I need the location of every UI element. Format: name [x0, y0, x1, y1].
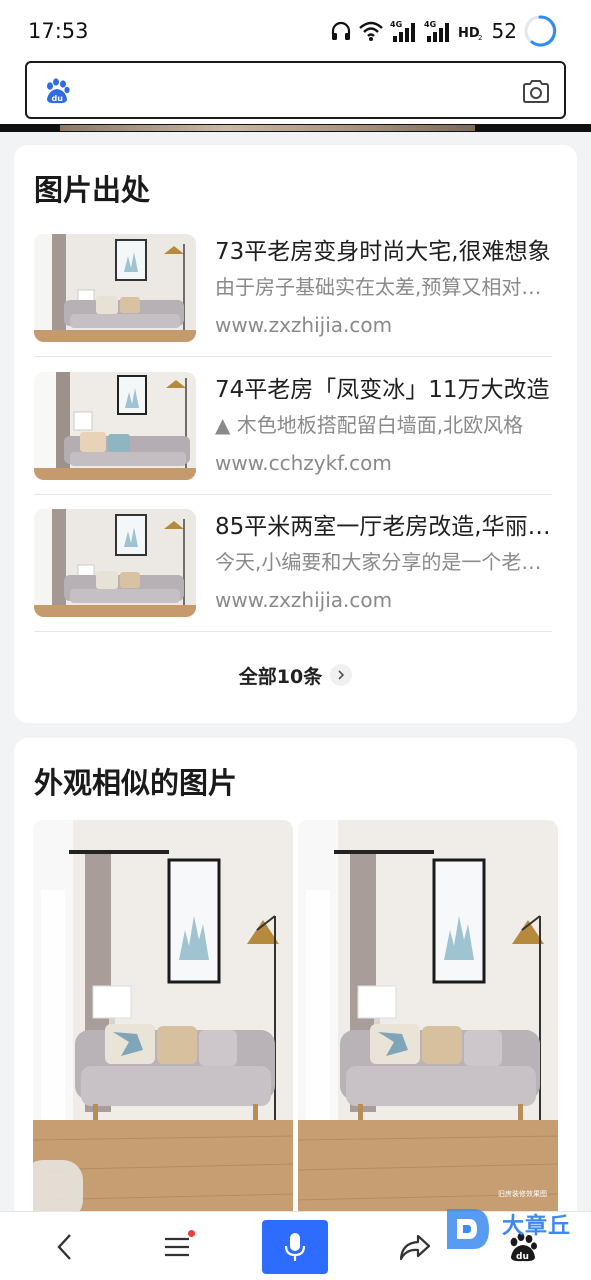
living-room-sofa-photo	[33, 820, 293, 1220]
source-item-url[interactable]: www.zxzhijia.com	[215, 588, 392, 612]
source-thumbnail	[34, 509, 196, 617]
svg-text:du: du	[52, 94, 64, 103]
baidu-paw-logo: du	[47, 78, 70, 104]
watermark-logo	[447, 1209, 489, 1249]
image-watermark: 旧房装修效果图	[498, 1190, 547, 1198]
hd-icon: HD 2	[458, 26, 482, 42]
page-root: 17:53 4G 4G HD 2 52 du 图片出处 73平老房变身时尚大宅,…	[0, 0, 591, 1280]
source-item[interactable]: 74平老房「凤变冰」11万大改造 ▲ 木色地板搭配留白墙面,北欧风格 www.c…	[34, 358, 552, 495]
search-input[interactable]: du	[25, 61, 566, 119]
menu-icon	[165, 1237, 189, 1257]
svg-text:4G: 4G	[424, 20, 436, 29]
status-time: 17:53	[28, 19, 89, 43]
watermark-text: 大章丘	[502, 1214, 572, 1239]
menu-button[interactable]	[157, 1224, 197, 1270]
source-item-title[interactable]: 74平老房「凤变冰」11万大改造	[215, 370, 555, 404]
source-item-desc: 由于房子基础实在太差,预算又相对有限	[215, 275, 555, 299]
source-item-title[interactable]: 73平老房变身时尚大宅,很难想象	[215, 232, 555, 266]
battery-ring-icon	[524, 15, 557, 47]
notification-dot	[188, 1230, 195, 1237]
source-item-desc: ▲ 木色地板搭配留白墙面,北欧风格	[215, 413, 524, 437]
source-card-title: 图片出处	[34, 173, 151, 207]
similar-card-title: 外观相似的图片	[34, 766, 238, 800]
source-thumbnail	[34, 372, 196, 480]
result-photo-edge	[0, 124, 591, 132]
living-room-thumbnail-image	[34, 234, 196, 342]
divider	[34, 356, 552, 357]
living-room-thumbnail-image	[34, 372, 196, 480]
back-icon	[57, 1234, 71, 1260]
source-item-title[interactable]: 85平米两室一厅老房改造,华丽变身	[215, 507, 555, 541]
headphones-icon	[331, 21, 350, 40]
voice-search-button[interactable]	[262, 1220, 328, 1274]
living-room-thumbnail-image	[34, 509, 196, 617]
living-room-sofa-photo	[298, 820, 558, 1220]
result-photo-strip	[60, 125, 475, 131]
similar-image[interactable]	[33, 820, 293, 1220]
battery-level: 52	[491, 19, 517, 43]
search-header: du	[0, 60, 591, 124]
source-item-url[interactable]: www.cchzykf.com	[215, 451, 392, 475]
show-all-button[interactable]: 全部10条	[14, 655, 577, 695]
source-item-desc: 今天,小编要和大家分享的是一个老房改造	[215, 550, 555, 574]
similar-image[interactable]: 旧房装修效果图	[298, 820, 558, 1220]
signal-4g-icon: 4G	[424, 20, 449, 42]
source-card: 图片出处 73平老房变身时尚大宅,很难想象 由于房子基础实在太差,预算又相对有限…	[14, 145, 577, 723]
camera-icon[interactable]	[522, 78, 550, 104]
similar-card: 外观相似的图片 旧房装修效果图	[14, 738, 577, 1280]
back-button[interactable]	[45, 1224, 85, 1270]
show-all-label: 全部10条	[238, 665, 323, 688]
svg-text:4G: 4G	[390, 20, 402, 29]
source-item-url[interactable]: www.zxzhijia.com	[215, 313, 392, 337]
source-item[interactable]: 85平米两室一厅老房改造,华丽变身 今天,小编要和大家分享的是一个老房改造 ww…	[34, 495, 555, 632]
source-item[interactable]: 73平老房变身时尚大宅,很难想象 由于房子基础实在太差,预算又相对有限 www.…	[34, 220, 555, 357]
status-bar: 17:53 4G 4G HD 2 52	[0, 0, 591, 60]
divider	[34, 631, 552, 632]
signal-4g-icon: 4G	[390, 20, 415, 42]
svg-text:HD: HD	[458, 26, 480, 41]
wifi-icon	[358, 21, 383, 41]
source-thumbnail	[34, 234, 196, 342]
share-icon	[399, 1234, 431, 1261]
share-button[interactable]	[393, 1224, 437, 1270]
mic-icon	[284, 1233, 306, 1261]
svg-text:2: 2	[478, 34, 482, 42]
status-icons: 4G 4G HD 2 52	[330, 14, 557, 48]
chevron-right-icon	[330, 664, 353, 686]
svg-text:du: du	[516, 1252, 529, 1262]
